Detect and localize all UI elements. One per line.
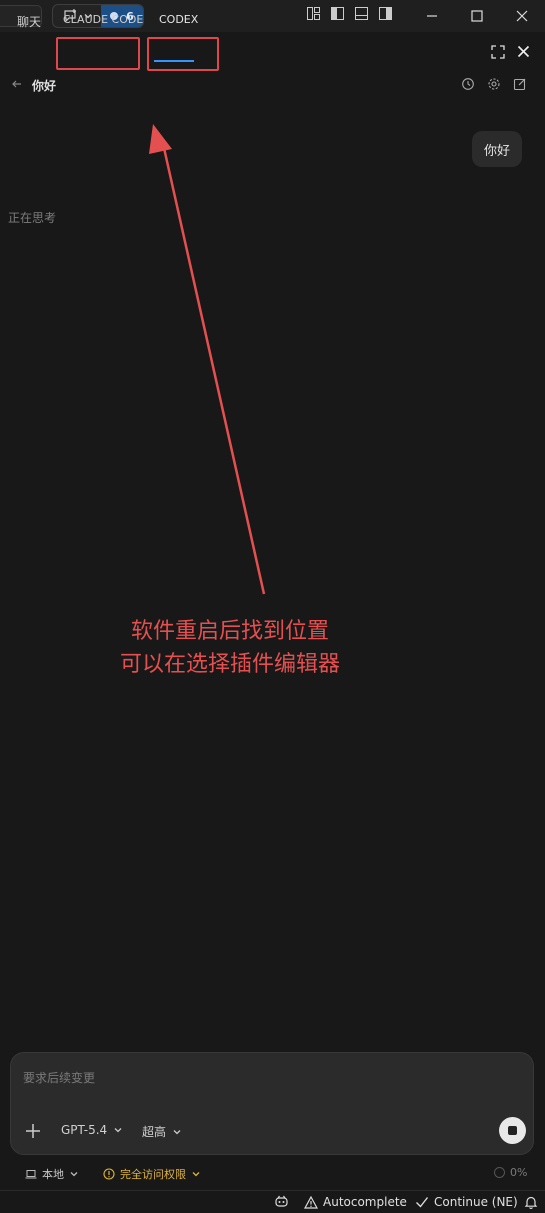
environment-selector[interactable]: 本地 [25, 1166, 79, 1182]
follow-up-input[interactable] [23, 1067, 503, 1089]
composer: GPT-5.4 超高 [10, 1052, 534, 1155]
reasoning-selector[interactable]: 超高 [142, 1123, 182, 1140]
autocomplete-status[interactable]: Autocomplete [304, 1195, 407, 1209]
laptop-icon [25, 1170, 37, 1179]
warning-icon [304, 1195, 318, 1209]
continue-label: Continue (NE) [434, 1195, 518, 1209]
continue-status[interactable]: Continue (NE) [415, 1195, 518, 1209]
stop-icon [508, 1126, 517, 1135]
reasoning-label: 超高 [142, 1125, 167, 1139]
annotation-line-2: 可以在选择插件编辑器 [119, 652, 340, 677]
plus-icon[interactable] [23, 1121, 43, 1141]
check-icon [416, 1197, 429, 1208]
context-ring-icon [494, 1167, 505, 1178]
annotation-arrow [149, 124, 266, 595]
model-label: GPT-5.4 [61, 1123, 108, 1137]
bell-icon[interactable] [524, 1195, 538, 1209]
stop-button[interactable] [499, 1117, 526, 1144]
chevron-down-icon [70, 1172, 78, 1177]
access-selector[interactable]: 完全访问权限 [103, 1166, 201, 1182]
model-selector[interactable]: GPT-5.4 [61, 1123, 123, 1137]
autocomplete-label: Autocomplete [323, 1195, 407, 1209]
environment-label: 本地 [42, 1168, 64, 1181]
chevron-down-icon [173, 1129, 181, 1134]
copilot-icon[interactable] [274, 1194, 289, 1209]
context-usage-label: 0% [510, 1166, 528, 1179]
annotation-text: 软件重启后找到位置 可以在选择插件编辑器 [80, 615, 380, 681]
context-usage: 0% [494, 1166, 527, 1179]
chevron-down-icon [114, 1128, 122, 1133]
access-label: 完全访问权限 [120, 1168, 186, 1181]
annotation-line-1: 软件重启后找到位置 [130, 619, 329, 644]
warning-circle-icon [103, 1168, 115, 1180]
chevron-down-icon [192, 1172, 200, 1177]
